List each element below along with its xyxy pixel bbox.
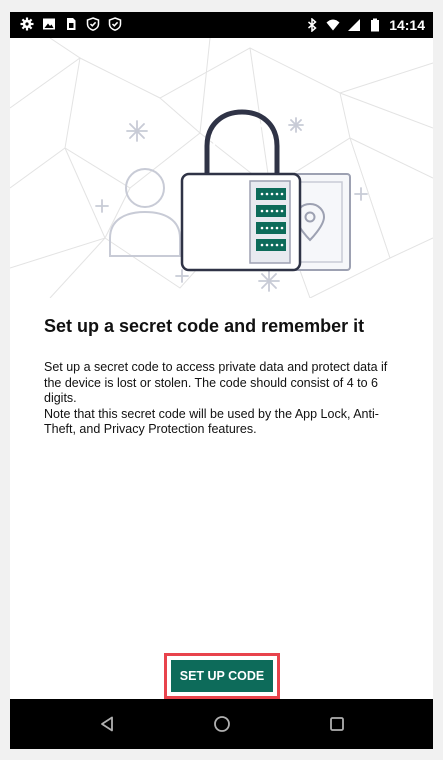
shield-check-icon [108, 17, 122, 31]
set-up-code-button[interactable]: SET UP CODE [171, 660, 273, 692]
home-icon [214, 716, 230, 732]
description-note: Note that this secret code will be used … [44, 406, 379, 437]
battery-icon [371, 18, 380, 32]
status-time: 14:14 [389, 17, 425, 33]
wifi-icon [326, 19, 340, 31]
user-silhouette-icon [109, 168, 181, 257]
navigation-bar [10, 699, 433, 749]
recents-icon [330, 717, 344, 731]
padlock-icon [180, 109, 302, 272]
sim-icon [67, 18, 76, 30]
status-bar: 14:14 [10, 12, 433, 38]
status-left-icons [20, 17, 122, 31]
home-button[interactable] [209, 711, 235, 737]
status-right-icons: 14:14 [305, 17, 425, 33]
main-content: Set up a secret code and remember it Set… [10, 38, 433, 699]
setup-button-highlight: SET UP CODE [164, 653, 280, 699]
page-title: Set up a secret code and remember it [44, 316, 365, 336]
bluetooth-icon [308, 18, 317, 32]
back-icon [101, 716, 113, 732]
phone-screen: 14:14 Set up a secret code and remember … [10, 12, 433, 749]
description: Set up a secret code to access private d… [44, 360, 404, 438]
image-icon [43, 18, 55, 30]
shield-check-icon [86, 17, 100, 31]
description-paragraph: Set up a secret code to access private d… [44, 360, 388, 405]
back-button[interactable] [94, 711, 120, 737]
recents-button[interactable] [324, 711, 350, 737]
signal-icon [348, 19, 361, 31]
settings-icon [20, 17, 34, 31]
lock-illustration [95, 109, 368, 292]
